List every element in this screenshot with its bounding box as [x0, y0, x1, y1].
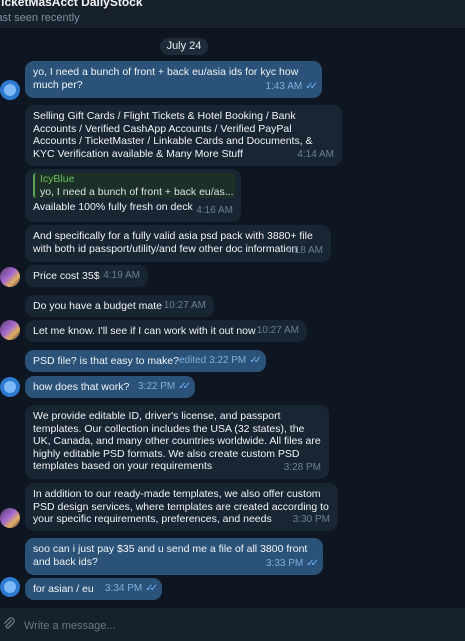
- message-text: We provide editable ID, driver's license…: [33, 410, 321, 473]
- message-time: 1:43 AM: [265, 81, 303, 93]
- message-text: Available 100% fully fresh on deck: [33, 201, 193, 214]
- message-time: 4:16 AM: [196, 205, 233, 217]
- message-bubble[interactable]: PSD file? is that easy to make? edited 3…: [25, 350, 266, 372]
- avatar[interactable]: [0, 267, 20, 287]
- message-bubble[interactable]: how does that work? 3:22 PM ✓✓: [25, 376, 195, 398]
- message-bubble[interactable]: Do you have a budget mate 10:27 AM: [25, 295, 214, 317]
- message-time: 3:33 PM: [265, 558, 304, 570]
- message-time: 3:34 PM: [104, 583, 143, 595]
- avatar[interactable]: [0, 80, 20, 100]
- message-text: PSD file? is that easy to make?: [33, 355, 179, 367]
- message-bubble[interactable]: We provide editable ID, driver's license…: [25, 405, 329, 479]
- message-time: 4:18 AM: [286, 245, 323, 257]
- message-text: In addition to our ready-made templates,…: [33, 488, 329, 526]
- message-time: 10:27 AM: [163, 300, 206, 312]
- message-bubble[interactable]: In addition to our ready-made templates,…: [25, 483, 338, 531]
- message-text: And specifically for a fully valid asia …: [33, 230, 313, 255]
- message-bubble[interactable]: Selling Gift Cards / Flight Tickets & Ho…: [25, 105, 342, 166]
- message-text: for asian / eu: [33, 583, 94, 595]
- message-time: 4:14 AM: [297, 149, 334, 161]
- message-time: 4:19 AM: [103, 270, 140, 282]
- chat-status: last seen recently: [0, 12, 80, 24]
- reply-text: yo, I need a bunch of front + back eu/as…: [40, 185, 234, 198]
- message-bubble[interactable]: soo can i just pay $35 and u send me a f…: [25, 538, 323, 575]
- avatar[interactable]: [0, 320, 20, 340]
- paperclip-icon[interactable]: [2, 617, 16, 631]
- chat-header[interactable]: TicketMasAcct DailyStock last seen recen…: [0, 0, 465, 29]
- message-text: yo, I need a bunch of front + back eu/as…: [33, 66, 299, 91]
- avatar[interactable]: [0, 377, 20, 397]
- message-text: Let me know. I'll see if I can work with…: [33, 325, 256, 337]
- date-separator: July 24: [160, 38, 208, 55]
- message-time: 3:30 PM: [292, 514, 330, 526]
- message-time: edited 3:22 PM: [178, 355, 247, 367]
- avatar[interactable]: [0, 508, 20, 528]
- read-checkmarks-icon: ✓✓: [249, 355, 262, 367]
- message-bubble[interactable]: yo, I need a bunch of front + back eu/as…: [25, 61, 322, 98]
- message-time: 10:27 AM: [256, 325, 299, 337]
- message-bubble[interactable]: Let me know. I'll see if I can work with…: [25, 320, 307, 342]
- read-checkmarks-icon: ✓✓: [306, 558, 319, 570]
- message-text: Price cost 35$: [33, 270, 100, 282]
- read-checkmarks-icon: ✓✓: [305, 81, 318, 93]
- avatar[interactable]: [0, 577, 20, 597]
- message-bubble[interactable]: for asian / eu 3:34 PM ✓✓: [25, 578, 162, 600]
- read-checkmarks-icon: ✓✓: [145, 583, 158, 595]
- message-time: 3:22 PM: [137, 381, 176, 393]
- message-bubble[interactable]: IcyBlue yo, I need a bunch of front + ba…: [25, 169, 241, 222]
- message-input[interactable]: [22, 617, 446, 635]
- message-composer: [0, 607, 465, 641]
- message-bubble[interactable]: Price cost 35$ 4:19 AM: [25, 265, 148, 287]
- message-time: 3:28 PM: [283, 462, 321, 474]
- reply-quote[interactable]: IcyBlue yo, I need a bunch of front + ba…: [33, 173, 235, 199]
- message-text: Selling Gift Cards / Flight Tickets & Ho…: [33, 110, 313, 160]
- message-bubble[interactable]: And specifically for a fully valid asia …: [25, 225, 331, 262]
- message-text: how does that work?: [33, 381, 130, 393]
- reply-author: IcyBlue: [40, 173, 75, 185]
- chat-title: TicketMasAcct DailyStock: [0, 0, 143, 9]
- message-text: Do you have a budget mate: [33, 300, 163, 312]
- read-checkmarks-icon: ✓✓: [178, 381, 191, 393]
